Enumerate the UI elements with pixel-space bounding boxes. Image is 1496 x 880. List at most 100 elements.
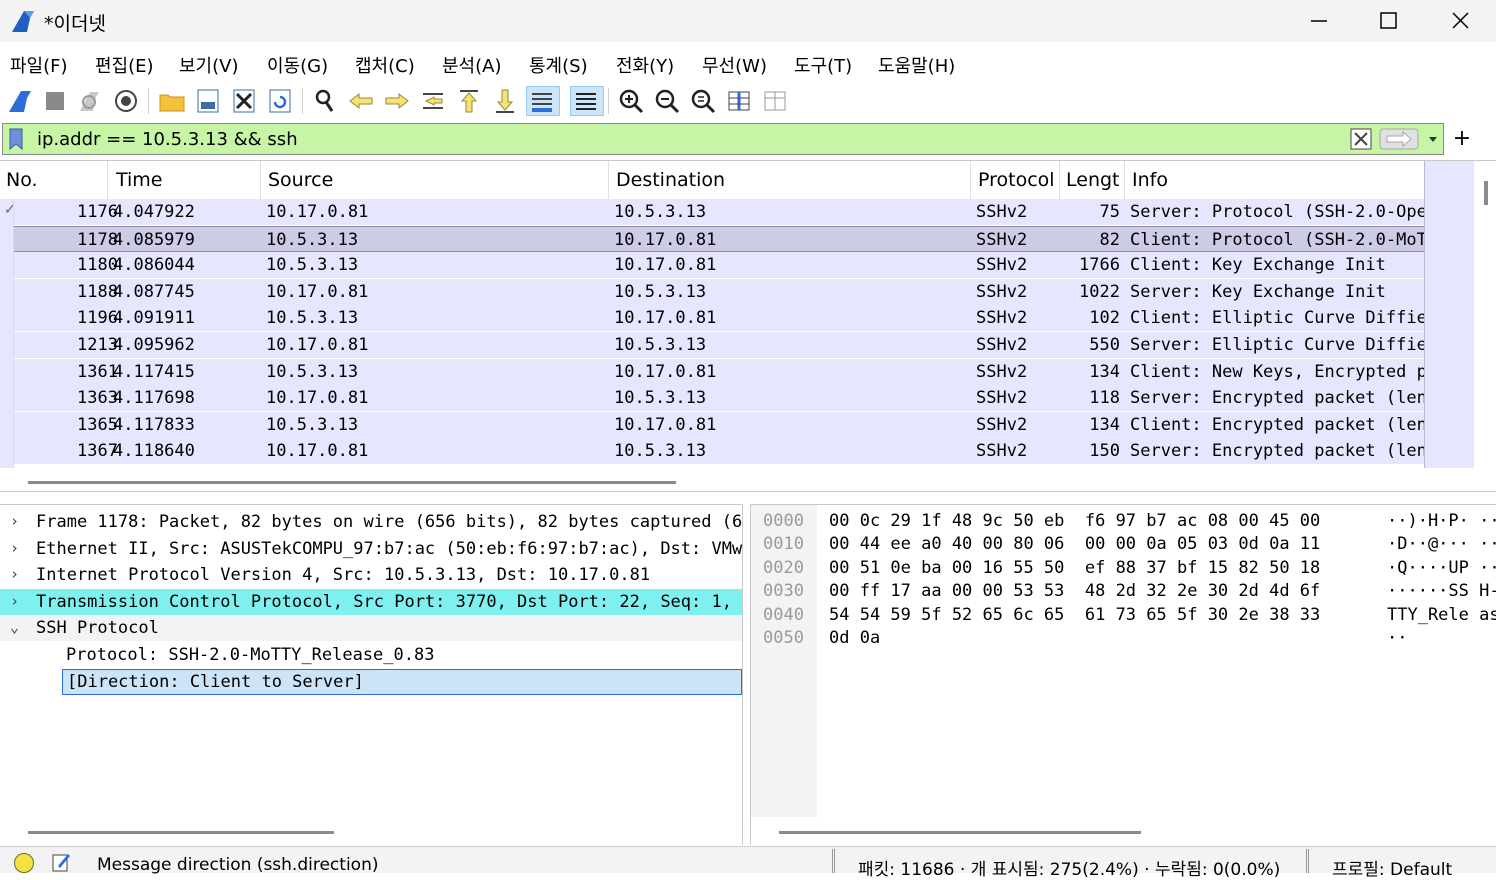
hex-ascii[interactable]: ··: [1387, 628, 1407, 648]
menu-statistics[interactable]: 통계(S): [529, 52, 588, 78]
packet-row[interactable]: 1178 4.085979 10.5.3.13 10.17.0.81 SSHv2 82 Cl…: [0, 225, 1424, 252]
packet-row[interactable]: 1363 4.117698 10.17.0.81 10.5.3.13 SSHv2 118 S…: [0, 385, 1424, 412]
go-back-button[interactable]: [346, 86, 376, 116]
chevron-down-icon[interactable]: ⌄: [10, 618, 19, 636]
horizontal-scrollbar[interactable]: [779, 831, 1141, 834]
zoom-in-button[interactable]: [616, 86, 646, 116]
chevron-right-icon[interactable]: ›: [10, 512, 19, 530]
minimize-button[interactable]: [1284, 0, 1354, 42]
chevron-right-icon[interactable]: ›: [10, 592, 19, 610]
packet-row[interactable]: 1176 4.047922 10.17.0.81 10.5.3.13 SSHv2 75 Se…: [0, 199, 1424, 225]
packet-minimap-scrollbar[interactable]: [1424, 161, 1474, 468]
packet-info-cell: Server: Encrypted packet (len=64): [1130, 388, 1424, 409]
vertical-scroll-thumb[interactable]: [1484, 181, 1488, 205]
expert-info-indicator[interactable]: [14, 853, 34, 873]
detail-tree-item[interactable]: › Transmission Control Protocol, Src Port…: [0, 588, 742, 615]
hex-bytes[interactable]: 0d 0a: [829, 628, 880, 648]
hex-bytes[interactable]: 00 44 ee a0 40 00 80 06 00 00 0a 05 03 0…: [829, 534, 1320, 554]
packet-row[interactable]: 1196 4.091911 10.5.3.13 10.17.0.81 SSHv2 102 C…: [0, 305, 1424, 332]
menu-edit[interactable]: 편집(E): [95, 52, 154, 78]
packet-counts: 패킷: 11686 · 개 표시됨: 275(2.4%) · 누락됨: 0(0.…: [858, 860, 1281, 880]
column-header-destination[interactable]: Destination: [616, 169, 725, 191]
detail-tree-item[interactable]: › Internet Protocol Version 4, Src: 10.5.…: [0, 562, 742, 588]
maximize-button[interactable]: [1354, 0, 1424, 42]
capture-options-button[interactable]: [111, 86, 141, 116]
menu-analyze[interactable]: 분석(A): [442, 52, 501, 78]
column-header-time[interactable]: Time: [116, 169, 163, 191]
close-button[interactable]: [1424, 0, 1494, 42]
packet-row[interactable]: 1367 4.118640 10.17.0.81 10.5.3.13 SSHv2 150 S…: [0, 438, 1424, 465]
packet-row[interactable]: 1188 4.087745 10.17.0.81 10.5.3.13 SSHv2 1022…: [0, 278, 1424, 305]
clear-filter-icon[interactable]: [1349, 127, 1373, 151]
detail-tree-item[interactable]: › Frame 1178: Packet, 82 bytes on wire (6…: [0, 509, 742, 535]
hex-ascii[interactable]: TTY_Rele ase_0.83: [1387, 605, 1496, 625]
status-separator[interactable]: [832, 849, 835, 873]
packet-row[interactable]: 1213 4.095962 10.17.0.81 10.5.3.13 SSHv2 550 S…: [0, 332, 1424, 358]
column-header-info[interactable]: Info: [1132, 169, 1168, 191]
go-to-packet-button[interactable]: [418, 86, 448, 116]
go-last-button[interactable]: [490, 86, 520, 116]
hex-ascii[interactable]: ··)·H·P· ······E·: [1387, 511, 1496, 531]
hex-bytes[interactable]: 54 54 59 5f 52 65 6c 65 61 73 65 5f 30 2…: [829, 605, 1320, 625]
reload-file-button[interactable]: [265, 86, 295, 116]
stop-capture-button[interactable]: [40, 86, 70, 116]
column-separator[interactable]: [1124, 161, 1125, 199]
hex-ascii[interactable]: ·Q····UP ··7···P·: [1387, 558, 1496, 578]
resize-columns-button[interactable]: [724, 86, 754, 116]
add-filter-button[interactable]: +: [1452, 126, 1472, 151]
status-separator[interactable]: [1306, 849, 1309, 873]
hex-ascii[interactable]: ·D··@··· ········: [1387, 534, 1496, 554]
go-first-button[interactable]: [454, 86, 484, 116]
display-filter-input[interactable]: [33, 126, 1341, 152]
apply-filter-arrow-icon[interactable]: [1379, 128, 1419, 150]
hex-ascii[interactable]: ······SS H-2.0-Mo: [1387, 581, 1496, 601]
column-header-source[interactable]: Source: [268, 169, 333, 191]
layout-button[interactable]: [760, 86, 790, 116]
column-separator[interactable]: [107, 161, 108, 199]
menu-file[interactable]: 파일(F): [10, 52, 68, 78]
horizontal-scrollbar[interactable]: [28, 481, 676, 484]
detail-tree-item[interactable]: [Direction: Client to Server]: [0, 668, 742, 695]
column-separator[interactable]: [608, 161, 609, 199]
packet-row[interactable]: 1365 4.117833 10.5.3.13 10.17.0.81 SSHv2 134 C…: [0, 411, 1424, 438]
auto-scroll-button[interactable]: [526, 86, 560, 116]
close-file-button[interactable]: [229, 86, 259, 116]
edit-comment-icon[interactable]: [50, 851, 72, 873]
open-file-button[interactable]: [157, 86, 187, 116]
menu-tools[interactable]: 도구(T): [794, 52, 852, 78]
find-packet-button[interactable]: [310, 86, 340, 116]
go-forward-button[interactable]: [382, 86, 412, 116]
column-separator[interactable]: [260, 161, 261, 199]
start-capture-button[interactable]: [6, 86, 36, 116]
menu-view[interactable]: 보기(V): [179, 52, 238, 78]
packet-row[interactable]: 1361 4.117415 10.5.3.13 10.17.0.81 SSHv2 134 C…: [0, 358, 1424, 385]
horizontal-scrollbar[interactable]: [28, 831, 334, 834]
menu-wireless[interactable]: 무선(W): [702, 52, 767, 78]
column-header-no[interactable]: No.: [6, 169, 38, 191]
hex-bytes[interactable]: 00 51 0e ba 00 16 55 50 ef 88 37 bf 15 8…: [829, 558, 1320, 578]
colorize-button[interactable]: [570, 86, 604, 116]
bookmark-icon[interactable]: [7, 128, 25, 150]
chevron-down-icon[interactable]: [1423, 128, 1443, 150]
detail-tree-item[interactable]: Protocol: SSH-2.0-MoTTY_Release_0.83: [0, 642, 742, 668]
menu-go[interactable]: 이동(G): [267, 52, 328, 78]
column-header-length[interactable]: Lengt: [1066, 169, 1120, 191]
column-separator[interactable]: [970, 161, 971, 199]
menu-help[interactable]: 도움말(H): [878, 52, 955, 78]
hex-bytes[interactable]: 00 0c 29 1f 48 9c 50 eb f6 97 b7 ac 08 0…: [829, 511, 1320, 531]
chevron-right-icon[interactable]: ›: [10, 565, 19, 583]
hex-bytes[interactable]: 00 ff 17 aa 00 00 53 53 48 2d 32 2e 30 2…: [829, 581, 1320, 601]
zoom-normal-button[interactable]: [688, 86, 718, 116]
detail-tree-item[interactable]: ⌄ SSH Protocol: [0, 615, 742, 642]
menu-capture[interactable]: 캡처(C): [355, 52, 415, 78]
chevron-right-icon[interactable]: ›: [10, 539, 19, 557]
column-header-protocol[interactable]: Protocol: [978, 169, 1055, 191]
column-separator[interactable]: [1059, 161, 1060, 199]
zoom-out-button[interactable]: [652, 86, 682, 116]
save-file-button[interactable]: [193, 86, 223, 116]
menu-telephony[interactable]: 전화(Y): [616, 52, 674, 78]
packet-row[interactable]: 1180 4.086044 10.5.3.13 10.17.0.81 SSHv2 1766…: [0, 252, 1424, 279]
restart-capture-button[interactable]: [76, 86, 106, 116]
profile-label[interactable]: 프로필: Default: [1332, 855, 1452, 880]
detail-tree-item[interactable]: › Ethernet II, Src: ASUSTekCOMPU_97:b7:ac…: [0, 536, 742, 562]
